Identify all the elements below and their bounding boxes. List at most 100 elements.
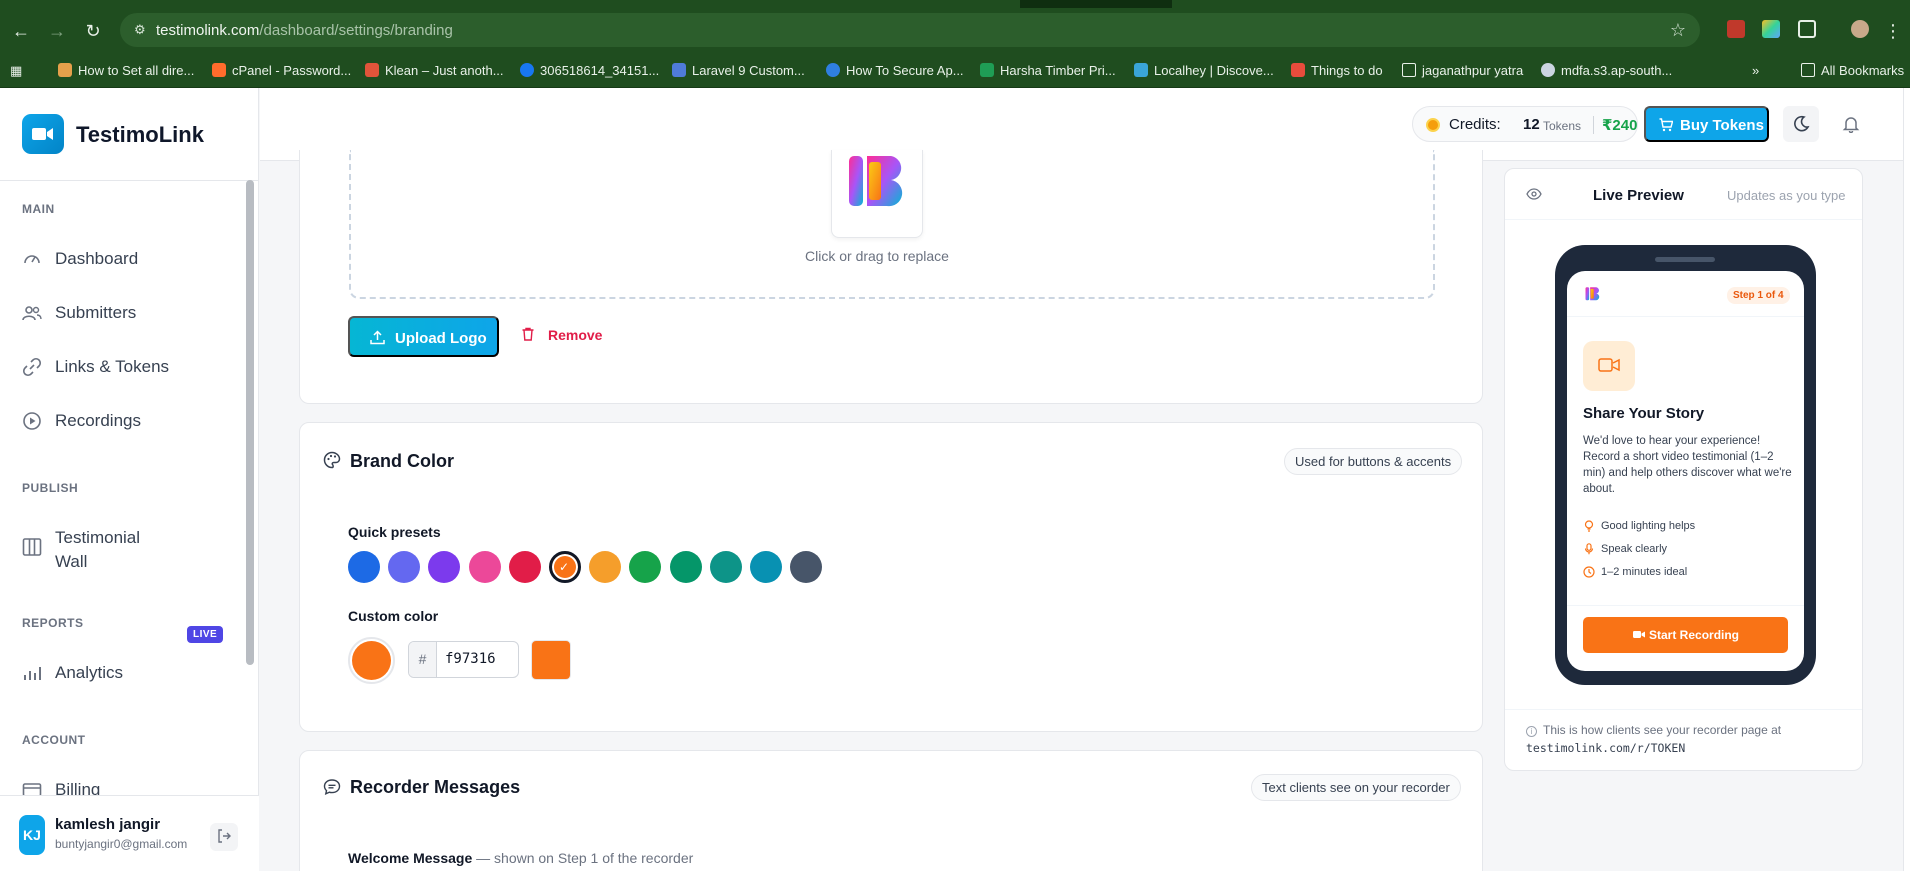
address-bar[interactable]: ⚙ testimolink.com/dashboard/settings/bra…	[120, 13, 1700, 47]
eye-icon	[1526, 188, 1542, 200]
color-preset-swatch[interactable]	[589, 551, 622, 583]
color-preset-swatch[interactable]	[508, 551, 541, 583]
sidebar-item-testimonial-wall[interactable]: Testimonial Wall	[22, 524, 232, 574]
color-preset-swatch[interactable]	[348, 551, 380, 583]
custom-color-label: Custom color	[348, 608, 439, 624]
browser-tab[interactable]	[1172, 0, 1910, 8]
facebook-icon	[520, 63, 534, 77]
sidebar-item-analytics[interactable]: Analytics	[22, 659, 232, 689]
color-preset-swatch[interactable]	[468, 551, 501, 583]
tab-strip	[0, 0, 1910, 8]
sidebar-item-dashboard[interactable]: Dashboard	[22, 245, 232, 275]
all-bookmarks[interactable]: All Bookmarks	[1801, 63, 1904, 78]
extension-icon[interactable]	[1762, 20, 1780, 38]
play-circle-icon	[23, 412, 41, 430]
section-label-publish: PUBLISH	[22, 481, 79, 495]
color-preset-swatch[interactable]	[790, 551, 823, 583]
globe-icon	[1541, 63, 1555, 77]
forward-icon[interactable]: →	[46, 20, 68, 42]
start-recording-button[interactable]: Start Recording	[1583, 617, 1788, 653]
bookmark-item[interactable]: How To Secure Ap...	[826, 63, 964, 78]
color-preset-swatch[interactable]	[709, 551, 742, 583]
color-preset-swatch[interactable]: ✓	[549, 551, 581, 583]
color-preset-swatch[interactable]	[750, 551, 782, 583]
sidebar-item-recordings[interactable]: Recordings	[22, 407, 232, 437]
bookmark-item[interactable]: cPanel - Password...	[212, 63, 351, 78]
profile-avatar-icon[interactable]	[1851, 20, 1869, 38]
page-scrollbar[interactable]	[1903, 88, 1910, 871]
bookmark-item[interactable]: Klean – Just anoth...	[365, 63, 504, 78]
browser-toolbar: ← → ↻ ⚙ testimolink.com/dashboard/settin…	[0, 0, 1910, 54]
buy-tokens-label: Buy Tokens	[1680, 117, 1764, 134]
apps-grid-icon[interactable]: ▦	[10, 63, 22, 79]
link-icon	[22, 357, 42, 377]
bookmark-item[interactable]: 306518614_34151...	[520, 63, 659, 78]
bookmark-item[interactable]: Harsha Timber Pri...	[980, 63, 1116, 78]
lightbulb-icon	[1584, 520, 1594, 532]
user-name: kamlesh jangir	[55, 816, 161, 833]
sidebar-scrollbar[interactable]	[246, 180, 254, 665]
welcome-label-hint: — shown on Step 1 of the recorder	[472, 850, 694, 866]
phone-screen: Step 1 of 4 Share Your Story We'd love t…	[1567, 271, 1804, 671]
sidebar-item-label: Links & Tokens	[55, 357, 170, 376]
more-bookmarks-icon[interactable]: »	[1752, 63, 1759, 78]
brand-color-title: Brand Color	[350, 451, 455, 471]
brand-logo-small	[1585, 287, 1600, 301]
folder-icon	[1801, 63, 1815, 77]
site-info-icon[interactable]: ⚙	[134, 22, 150, 38]
welcome-label-strong: Welcome Message	[348, 850, 473, 866]
bookmark-item[interactable]: Things to do	[1291, 63, 1383, 78]
bookmark-item[interactable]: Laravel 9 Custom...	[672, 63, 805, 78]
credits-indicator[interactable]: Credits: 12 Tokens ₹240	[1412, 106, 1638, 142]
section-label-main: MAIN	[22, 202, 55, 216]
gauge-icon	[24, 255, 40, 264]
welcome-message-label: Welcome Message — shown on Step 1 of the…	[348, 850, 693, 866]
upload-logo-button[interactable]: Upload Logo	[348, 316, 499, 357]
quick-presets-label: Quick presets	[348, 524, 441, 540]
preview-title: Live Preview	[1593, 187, 1684, 204]
user-profile: KJ kamlesh jangir buntyjangir0@gmail.com	[0, 795, 259, 871]
bookmark-item[interactable]: Localhey | Discove...	[1134, 63, 1274, 78]
bookmark-favicon	[980, 63, 994, 77]
color-picker-button[interactable]	[348, 637, 395, 684]
color-preset-swatch[interactable]	[388, 551, 421, 583]
avatar[interactable]: KJ	[19, 815, 45, 855]
coin-icon	[1426, 118, 1440, 132]
users-icon	[22, 306, 42, 321]
current-color-chip	[531, 640, 571, 680]
bookmark-folder[interactable]: jaganathpur yatra	[1402, 63, 1523, 78]
upload-icon	[370, 330, 385, 345]
bookmark-star-icon[interactable]: ☆	[1670, 20, 1686, 41]
notifications-button[interactable]	[1833, 106, 1869, 142]
browser-menu-icon[interactable]: ⋮	[1882, 20, 1904, 42]
microphone-icon	[1584, 543, 1594, 555]
url-text[interactable]: testimolink.com/dashboard/settings/brand…	[156, 22, 453, 39]
credits-label: Credits:	[1449, 116, 1501, 133]
bookmark-item[interactable]: mdfa.s3.ap-south...	[1541, 63, 1672, 78]
cart-icon	[1659, 118, 1673, 132]
sidebar-item-links-tokens[interactable]: Links & Tokens	[22, 353, 232, 383]
logo-preview	[831, 150, 923, 238]
buy-tokens-button[interactable]: Buy Tokens	[1644, 106, 1769, 142]
bookmark-favicon	[365, 63, 379, 77]
color-preset-swatch[interactable]	[669, 551, 702, 583]
sidebar-item-submitters[interactable]: Submitters	[22, 299, 232, 329]
recorder-url: testimolink.com/r/TOKEN	[1526, 741, 1686, 755]
bookmark-favicon	[1134, 63, 1148, 77]
user-email: buntyjangir0@gmail.com	[55, 837, 188, 851]
hex-color-input[interactable]	[445, 651, 515, 667]
app-name: TestimoLink	[76, 122, 204, 147]
back-icon[interactable]: ←	[10, 20, 32, 42]
hex-input-group: #	[408, 641, 519, 678]
reload-icon[interactable]: ↻	[82, 20, 104, 42]
extension-icon[interactable]	[1727, 20, 1745, 38]
logout-button[interactable]	[210, 823, 238, 851]
preview-note: i This is how clients see your recorder p…	[1526, 723, 1781, 737]
extensions-puzzle-icon[interactable]	[1798, 20, 1816, 38]
upload-logo-label: Upload Logo	[395, 330, 487, 347]
browser-tab[interactable]	[0, 0, 1020, 8]
theme-toggle-button[interactable]	[1783, 106, 1819, 142]
bookmark-item[interactable]: How to Set all dire...	[58, 63, 194, 78]
sidebar-item-label: Wall	[55, 552, 88, 571]
recorder-heading: Share Your Story	[1583, 405, 1705, 422]
